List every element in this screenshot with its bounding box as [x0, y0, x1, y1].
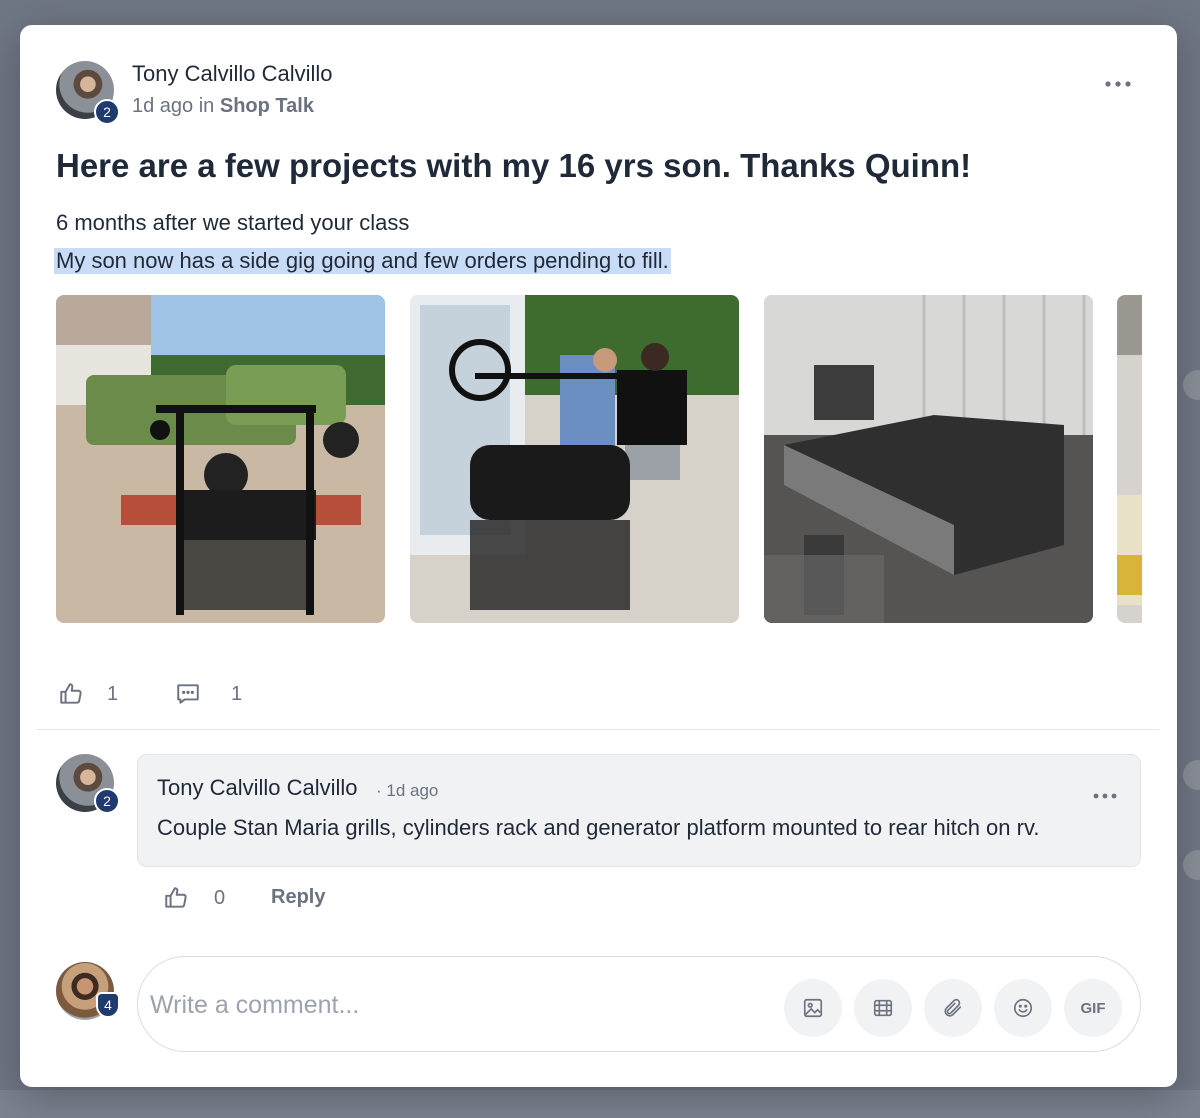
background-avatar [1183, 370, 1200, 400]
post-image-hitch-platform[interactable] [764, 295, 1093, 623]
post-like-button[interactable]: 1 [58, 681, 118, 707]
add-image-button[interactable] [784, 979, 842, 1037]
comment-like-count: 0 [214, 886, 226, 909]
smiley-icon [1013, 998, 1033, 1018]
paperclip-icon [944, 998, 962, 1017]
current-user-avatar: 4 [56, 962, 120, 1020]
level-badge: 2 [94, 99, 120, 125]
post-body-line-highlighted: My son now has a side gig going and few … [54, 248, 671, 274]
post-comment-button[interactable]: 1 [175, 681, 242, 707]
background-avatar [1183, 850, 1200, 880]
comment-more-button[interactable] [1093, 781, 1117, 807]
more-horizontal-icon [1093, 793, 1117, 799]
post-comment-count: 1 [231, 682, 243, 705]
post-body-line: 6 months after we started your class [56, 210, 410, 235]
author-name[interactable]: Tony Calvillo Calvillo [132, 61, 333, 87]
thumbs-up-icon [60, 683, 82, 704]
post-image-grill-people[interactable] [410, 295, 739, 623]
comment-bubble-icon [177, 684, 199, 704]
post-modal: 2 Tony Calvillo Calvillo 1d ago in Shop … [20, 25, 1177, 1087]
reply-button[interactable]: Reply [271, 886, 325, 909]
post-meta: 1d ago in Shop Talk [132, 95, 314, 118]
comment-time: · 1d ago [376, 781, 439, 800]
comment-composer: GIF [137, 956, 1141, 1052]
level-badge: 4 [96, 992, 120, 1018]
comment-like-button[interactable]: 0 [163, 885, 225, 911]
background-page [0, 1090, 1200, 1118]
comment-bubble: Tony Calvillo Calvillo · 1d ago Couple S… [137, 754, 1141, 867]
more-options-button[interactable] [1105, 69, 1131, 95]
more-horizontal-icon [1105, 81, 1131, 87]
image-icon [803, 998, 823, 1018]
film-icon [873, 999, 893, 1017]
post-image-grill-truck[interactable] [56, 295, 385, 623]
in-word: in [198, 95, 215, 117]
level-badge: 2 [94, 788, 120, 814]
post-title: Here are a few projects with my 16 yrs s… [56, 147, 972, 184]
post-like-count: 1 [107, 682, 119, 705]
space-link[interactable]: Shop Talk [220, 95, 314, 117]
divider [37, 729, 1159, 730]
gif-button[interactable]: GIF [1064, 979, 1122, 1037]
background-avatar [1183, 760, 1200, 790]
thumbs-up-icon [165, 887, 187, 908]
author-avatar[interactable]: 2 [56, 61, 120, 125]
add-video-button[interactable] [854, 979, 912, 1037]
commenter-avatar[interactable]: 2 [56, 754, 120, 814]
comment-author[interactable]: Tony Calvillo Calvillo [157, 775, 358, 801]
post-time: 1d ago [132, 95, 194, 117]
attach-file-button[interactable] [924, 979, 982, 1037]
post-image-partial[interactable] [1117, 295, 1142, 623]
comment-text: Couple Stan Maria grills, cylinders rack… [157, 815, 1040, 840]
comment-input[interactable] [150, 985, 750, 1025]
emoji-button[interactable] [994, 979, 1052, 1037]
